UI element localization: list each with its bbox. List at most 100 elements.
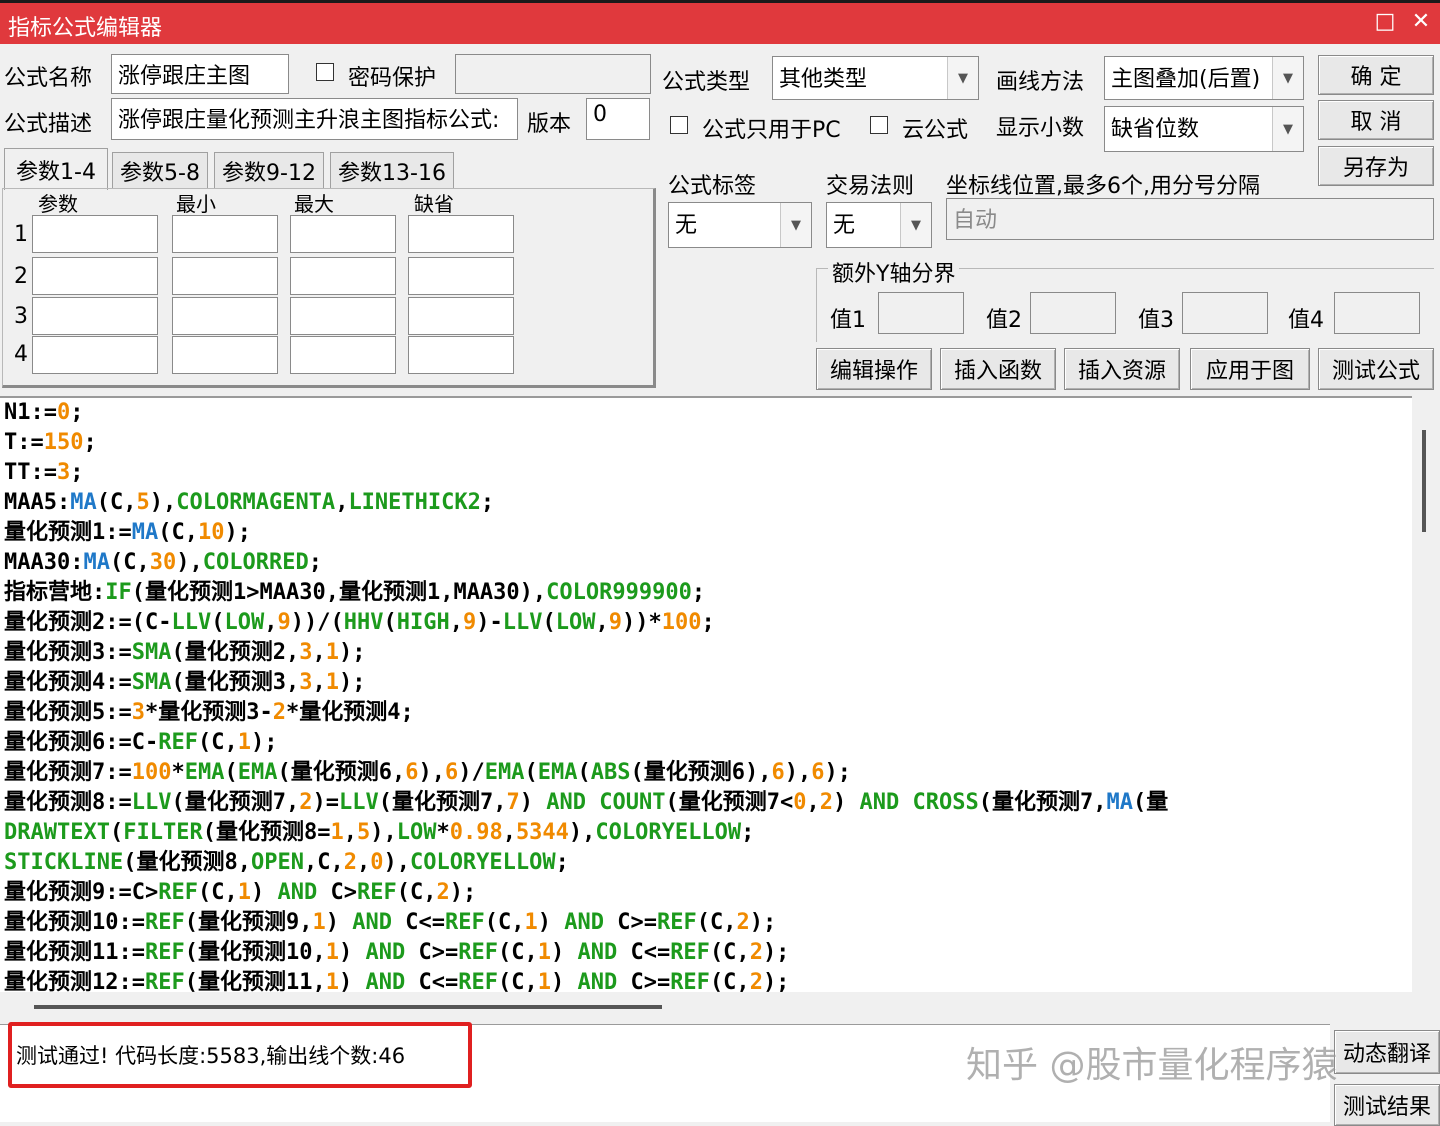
draw-method-select[interactable]: 主图叠加(后置) ▼ xyxy=(1104,56,1304,100)
password-input[interactable] xyxy=(455,54,651,94)
param-min-input[interactable] xyxy=(172,336,278,374)
maximize-icon[interactable]: □ xyxy=(1370,9,1400,34)
value1-input[interactable] xyxy=(878,292,964,334)
test-result-button[interactable]: 测试结果 xyxy=(1334,1084,1440,1126)
code-line: 量化预测4:=SMA(量化预测3,3,1); xyxy=(4,670,366,695)
formula-tag-label: 公式标签 xyxy=(668,174,757,199)
axis-position-input[interactable]: 自动 xyxy=(946,198,1434,240)
value3-input[interactable] xyxy=(1182,292,1268,334)
code-line: 量化预测3:=SMA(量化预测2,3,1); xyxy=(4,640,366,665)
ok-button[interactable]: 确 定 xyxy=(1318,55,1434,95)
param-name-input[interactable] xyxy=(32,336,158,374)
value4-input[interactable] xyxy=(1334,292,1420,334)
code-line: 量化预测5:=3*量化预测3-2*量化预测4; xyxy=(4,700,414,725)
apply-to-chart-button[interactable]: 应用于图 xyxy=(1190,348,1310,390)
trade-rule-value: 无 xyxy=(833,213,856,238)
param-max-input[interactable] xyxy=(290,215,396,253)
param-name-input[interactable] xyxy=(32,215,158,253)
code-line: 量化预测10:=REF(量化预测9,1) AND C<=REF(C,1) AND… xyxy=(4,910,777,935)
decimals-value: 缺省位数 xyxy=(1111,117,1200,142)
tab-params-9-12[interactable]: 参数9-12 xyxy=(214,152,324,188)
param-header-default: 缺省 xyxy=(414,192,454,216)
cloud-formula-label: 云公式 xyxy=(902,118,969,143)
param-default-input[interactable] xyxy=(408,215,514,253)
tab-params-1-4[interactable]: 参数1-4 xyxy=(4,148,108,190)
param-default-input[interactable] xyxy=(408,257,514,295)
value3-label: 值3 xyxy=(1138,308,1174,333)
code-line: 量化预测12:=REF(量化预测11,1) AND C<=REF(C,1) AN… xyxy=(4,970,790,992)
trade-rule-label: 交易法则 xyxy=(826,174,915,199)
param-header-name: 参数 xyxy=(38,192,78,216)
code-line: DRAWTEXT(FILTER(量化预测8=1,5),LOW*0.98,5344… xyxy=(4,820,755,845)
param-default-input[interactable] xyxy=(408,297,514,335)
save-as-button[interactable]: 另存为 xyxy=(1318,146,1434,186)
param-min-input[interactable] xyxy=(172,257,278,295)
param-min-input[interactable] xyxy=(172,215,278,253)
code-line: 指标营地:IF(量化预测1>MAA30,量化预测1,MAA30),COLOR99… xyxy=(4,580,706,605)
code-line: 量化预测7:=100*EMA(EMA(量化预测6,6),6)/EMA(EMA(A… xyxy=(4,760,851,785)
cancel-button[interactable]: 取 消 xyxy=(1318,100,1434,140)
tab-params-5-8[interactable]: 参数5-8 xyxy=(112,152,208,188)
chevron-down-icon: ▼ xyxy=(900,203,931,247)
title-bar: 指标公式编辑器 □ ✕ xyxy=(0,0,1440,44)
test-formula-button[interactable]: 测试公式 xyxy=(1318,348,1434,390)
cloud-formula-checkbox[interactable] xyxy=(870,116,888,134)
formula-type-select[interactable]: 其他类型 ▼ xyxy=(772,56,979,100)
code-line: 量化预测11:=REF(量化预测10,1) AND C>=REF(C,1) AN… xyxy=(4,940,790,965)
trade-rule-select[interactable]: 无 ▼ xyxy=(826,202,932,248)
chevron-down-icon: ▼ xyxy=(1272,57,1303,99)
param-header-min: 最小 xyxy=(176,192,216,216)
param-name-input[interactable] xyxy=(32,297,158,335)
vertical-scroll-thumb[interactable] xyxy=(1422,430,1426,532)
pc-only-label: 公式只用于PC xyxy=(702,118,841,143)
password-checkbox[interactable] xyxy=(316,63,334,81)
highlight-box xyxy=(8,1022,472,1088)
value1-label: 值1 xyxy=(830,308,866,333)
code-line: 量化预测2:=(C-LLV(LOW,9))/(HHV(HIGH,9)-LLV(L… xyxy=(4,610,715,635)
decimals-select[interactable]: 缺省位数 ▼ xyxy=(1104,106,1304,152)
insert-function-button[interactable]: 插入函数 xyxy=(940,348,1056,390)
watermark: 知乎 @股市量化程序猿 xyxy=(966,1045,1338,1086)
auto-translate-button[interactable]: 动态翻译 xyxy=(1334,1030,1440,1074)
chevron-down-icon: ▼ xyxy=(1272,107,1303,151)
param-row-number: 1 xyxy=(14,222,28,247)
insert-resource-button[interactable]: 插入资源 xyxy=(1064,348,1180,390)
param-max-input[interactable] xyxy=(290,257,396,295)
tab-params-13-16[interactable]: 参数13-16 xyxy=(330,152,454,188)
decimals-label: 显示小数 xyxy=(996,116,1085,141)
formula-tag-value: 无 xyxy=(675,213,698,238)
draw-method-label: 画线方法 xyxy=(996,70,1085,95)
version-label: 版本 xyxy=(527,112,572,137)
close-icon[interactable]: ✕ xyxy=(1406,9,1436,34)
value4-label: 值4 xyxy=(1288,308,1324,333)
formula-name-input[interactable]: 涨停跟庄主图 xyxy=(111,54,289,94)
formula-desc-input[interactable]: 涨停跟庄量化预测主升浪主图指标公式: xyxy=(111,98,518,140)
chevron-down-icon: ▼ xyxy=(780,203,811,247)
formula-tag-select[interactable]: 无 ▼ xyxy=(668,202,812,248)
code-line: TT:=3; xyxy=(4,460,84,485)
horizontal-scroll-thumb[interactable] xyxy=(34,1005,662,1009)
code-line: STICKLINE(量化预测8,OPEN,C,2,0),COLORYELLOW; xyxy=(4,850,569,875)
pc-only-checkbox[interactable] xyxy=(670,116,688,134)
code-line: MAA30:MA(C,30),COLORRED; xyxy=(4,550,322,575)
formula-type-value: 其他类型 xyxy=(779,67,868,92)
code-line: T:=150; xyxy=(4,430,97,455)
param-max-input[interactable] xyxy=(290,336,396,374)
formula-name-label: 公式名称 xyxy=(4,66,93,91)
param-default-input[interactable] xyxy=(408,336,514,374)
code-editor[interactable]: N1:=0; T:=150; TT:=3; MAA5:MA(C,5),COLORMAG… xyxy=(0,396,1412,992)
window-title: 指标公式编辑器 xyxy=(8,16,163,41)
vertical-scrollbar[interactable] xyxy=(1412,396,1440,992)
value2-input[interactable] xyxy=(1030,292,1116,334)
param-row-number: 3 xyxy=(14,304,28,329)
edit-operation-button[interactable]: 编辑操作 xyxy=(816,348,932,390)
param-max-input[interactable] xyxy=(290,297,396,335)
param-name-input[interactable] xyxy=(32,257,158,295)
extra-y-label: 额外Y轴分界 xyxy=(828,256,960,288)
draw-method-value: 主图叠加(后置) xyxy=(1111,67,1261,92)
code-line: N1:=0; xyxy=(4,400,84,425)
param-min-input[interactable] xyxy=(172,297,278,335)
code-line: 量化预测9:=C>REF(C,1) AND C>REF(C,2); xyxy=(4,880,477,905)
version-input[interactable]: 0 xyxy=(586,98,650,140)
param-row-number: 4 xyxy=(14,342,28,367)
